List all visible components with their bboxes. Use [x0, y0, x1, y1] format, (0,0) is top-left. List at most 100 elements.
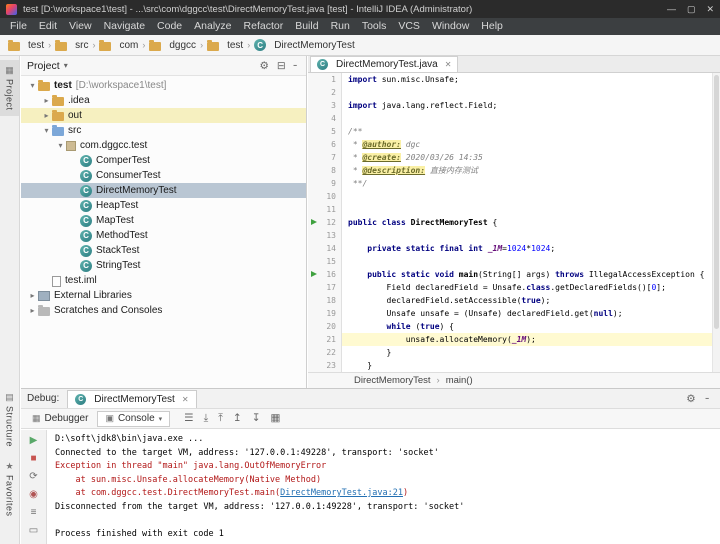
menu-help[interactable]: Help — [475, 18, 509, 35]
tree-item-stringtest[interactable]: C StringTest — [21, 258, 306, 273]
menu-build[interactable]: Build — [289, 18, 324, 35]
code-line-17[interactable]: 17 Field declaredField = Unsafe.class.ge… — [308, 281, 712, 294]
code-line-13[interactable]: 13 — [308, 229, 712, 242]
stop-button[interactable]: ■ — [30, 452, 36, 465]
tree-item-idea[interactable]: ▸ .idea — [21, 93, 306, 108]
tree-item-com-dggcc-test[interactable]: ▾ com.dggcc.test — [21, 138, 306, 153]
tool-button-favorites[interactable]: ★ Favorites — [0, 456, 19, 522]
menu-edit[interactable]: Edit — [33, 18, 63, 35]
scroll-up-icon[interactable]: ⤒ — [218, 412, 223, 425]
menu-tools[interactable]: Tools — [356, 18, 393, 35]
settings-icon[interactable]: ⚙ — [259, 60, 268, 72]
code-line-8[interactable]: 8 * @description: 直接内存测试 — [308, 164, 712, 177]
editor-scrollbar[interactable] — [712, 73, 720, 372]
breadcrumb-src[interactable]: src — [55, 39, 88, 51]
menu-file[interactable]: File — [4, 18, 33, 35]
tree-item-heaptest[interactable]: C HeapTest — [21, 198, 306, 213]
tree-item-scratches-and-consoles[interactable]: ▸ Scratches and Consoles — [21, 303, 306, 318]
collapse-all-icon[interactable]: ⊟ — [277, 60, 286, 72]
code-line-4[interactable]: 4 — [308, 112, 712, 125]
maximize-button[interactable]: ▢ — [687, 0, 696, 18]
tab-console[interactable]: ▣ Console ▾ — [97, 410, 171, 427]
menu-run[interactable]: Run — [325, 18, 356, 35]
editor-tab-directmemorytest[interactable]: C DirectMemoryTest.java ✕ — [310, 56, 459, 72]
menu-view[interactable]: View — [63, 18, 98, 35]
code-line-12[interactable]: 12 public class DirectMemoryTest { — [308, 216, 712, 229]
breadcrumb-dggcc[interactable]: dggcc — [149, 39, 196, 51]
breadcrumb-test[interactable]: test — [8, 39, 44, 51]
close-button[interactable]: ✕ — [706, 0, 714, 18]
tree-expand-icon[interactable]: ▸ — [27, 306, 38, 315]
tree-item-external-libraries[interactable]: ▸ External Libraries — [21, 288, 306, 303]
code-line-7[interactable]: 7 * @create: 2020/03/26 14:35 — [308, 151, 712, 164]
tree-item-src[interactable]: ▾ src — [21, 123, 306, 138]
resume-button[interactable]: ▶ — [30, 434, 38, 447]
run-button[interactable] — [311, 271, 317, 277]
tool-button-structure[interactable]: ▤ Structure — [0, 387, 19, 452]
layout-icon[interactable]: ▦ — [271, 412, 281, 425]
code-line-1[interactable]: 1 import sun.misc.Unsafe; — [308, 73, 712, 86]
console-stacktrace-link[interactable]: DirectMemoryTest.java:21 — [280, 488, 403, 498]
code-line-18[interactable]: 18 declaredField.setAccessible(true); — [308, 294, 712, 307]
code-line-3[interactable]: 3 import java.lang.reflect.Field; — [308, 99, 712, 112]
code-line-15[interactable]: 15 — [308, 255, 712, 268]
session-close-icon[interactable]: ✕ — [182, 395, 189, 404]
code-line-16[interactable]: 16 public static void main(String[] args… — [308, 268, 712, 281]
console-output[interactable]: D:\soft\jdk8\bin\java.exe ... Connected t… — [47, 430, 720, 544]
menu-navigate[interactable]: Navigate — [98, 18, 151, 35]
code-line-2[interactable]: 2 — [308, 86, 712, 99]
menu-refactor[interactable]: Refactor — [238, 18, 290, 35]
hide-icon[interactable]: ╴ — [706, 393, 712, 405]
tree-item-out[interactable]: ▸ out — [21, 108, 306, 123]
menu-vcs[interactable]: VCS — [392, 18, 426, 35]
code-line-21[interactable]: 21 unsafe.allocateMemory(_1M); — [308, 333, 712, 346]
tree-item-maptest[interactable]: C MapTest — [21, 213, 306, 228]
menu-window[interactable]: Window — [426, 18, 475, 35]
tree-item-test-iml[interactable]: test.iml — [21, 273, 306, 288]
code-line-11[interactable]: 11 — [308, 203, 712, 216]
breadcrumb-method[interactable]: main() — [446, 375, 473, 386]
view-options-icon[interactable]: ☰ — [184, 412, 193, 425]
debug-session-tab[interactable]: C DirectMemoryTest ✕ — [67, 390, 197, 408]
breadcrumb-directmemorytest[interactable]: C DirectMemoryTest — [254, 39, 355, 51]
scroll-down-icon[interactable]: ⤓ — [204, 412, 209, 425]
hide-icon[interactable]: ╴ — [294, 60, 300, 72]
run-button[interactable] — [311, 219, 317, 225]
breadcrumb-test[interactable]: test — [207, 39, 243, 51]
tree-expand-icon[interactable]: ▸ — [41, 111, 52, 120]
breadcrumb-class[interactable]: DirectMemoryTest — [354, 375, 431, 386]
minimize-button[interactable]: — — [667, 0, 676, 18]
move-down-icon[interactable]: ↧ — [252, 412, 261, 425]
code-line-23[interactable]: 23 } — [308, 359, 712, 372]
tree-expand-icon[interactable]: ▾ — [55, 141, 66, 150]
code-line-19[interactable]: 19 Unsafe unsafe = (Unsafe) declaredFiel… — [308, 307, 712, 320]
code-line-6[interactable]: 6 * @author: dgc — [308, 138, 712, 151]
tree-item-compertest[interactable]: C ComperTest — [21, 153, 306, 168]
tab-close-icon[interactable]: ✕ — [445, 60, 452, 69]
tree-item-stacktest[interactable]: C StackTest — [21, 243, 306, 258]
tree-item-consumertest[interactable]: C ConsumerTest — [21, 168, 306, 183]
code-line-22[interactable]: 22 } — [308, 346, 712, 359]
console-options-icon[interactable]: ≡ — [31, 506, 37, 519]
tree-item-test[interactable]: ▾ test [D:\workspace1\test] — [21, 78, 306, 93]
menu-analyze[interactable]: Analyze — [188, 18, 237, 35]
menu-code[interactable]: Code — [151, 18, 188, 35]
tab-debugger[interactable]: ▦ Debugger — [25, 411, 95, 427]
tree-expand-icon[interactable]: ▸ — [27, 291, 38, 300]
mute-breakpoints-icon[interactable]: ◉ — [29, 488, 38, 501]
project-panel-title[interactable]: Project — [27, 60, 60, 72]
tree-item-methodtest[interactable]: C MethodTest — [21, 228, 306, 243]
breadcrumb-com[interactable]: com — [99, 39, 138, 51]
tool-button-project[interactable]: ▦ Project — [0, 60, 19, 116]
code-line-10[interactable]: 10 — [308, 190, 712, 203]
move-up-icon[interactable]: ↥ — [233, 412, 242, 425]
tree-expand-icon[interactable]: ▾ — [27, 81, 38, 90]
project-view-dropdown-icon[interactable]: ▾ — [64, 61, 68, 70]
code-line-14[interactable]: 14 private static final int _1M=1024*102… — [308, 242, 712, 255]
code-line-5[interactable]: 5 /** — [308, 125, 712, 138]
code-area[interactable]: 1 import sun.misc.Unsafe; 2 3 import java.la… — [308, 73, 712, 372]
settings-icon[interactable]: ⚙ — [686, 393, 695, 405]
code-line-9[interactable]: 9 **/ — [308, 177, 712, 190]
code-line-20[interactable]: 20 while (true) { — [308, 320, 712, 333]
rerun-button[interactable]: ⟳ — [29, 470, 37, 483]
